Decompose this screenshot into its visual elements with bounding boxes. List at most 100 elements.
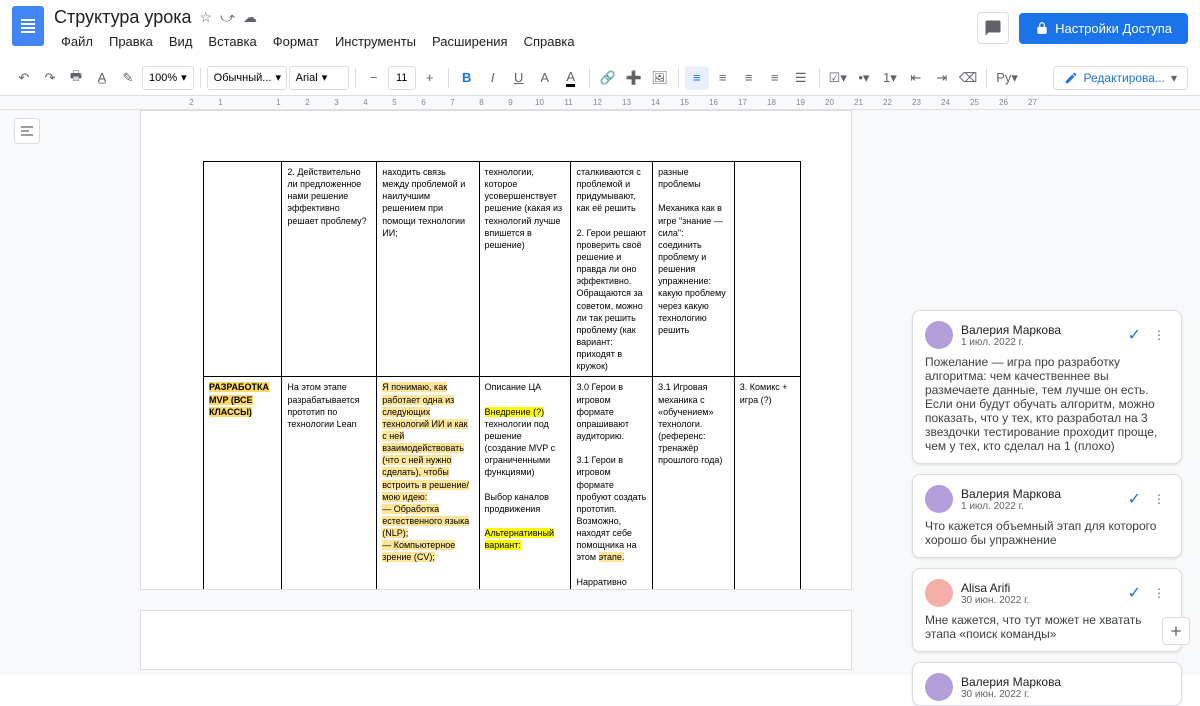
checklist-button[interactable]: ☑▾ — [826, 66, 850, 90]
clear-formatting-button[interactable]: ⌫ — [956, 66, 980, 90]
comment-card[interactable]: Валерия Маркова 1 июл. 2022 г. ✓ ⋮ Пожел… — [912, 310, 1182, 464]
docs-app-icon[interactable] — [12, 6, 44, 46]
table-cell[interactable]: сталкиваются с проблемой и придумывают, … — [571, 162, 653, 377]
paragraph-style-select[interactable]: Обычный...▾ — [207, 66, 287, 90]
text-color-button[interactable]: A — [533, 66, 557, 90]
font-size-decrease[interactable]: − — [362, 66, 386, 90]
plus-icon — [1168, 623, 1184, 639]
table-cell[interactable]: технологии, которое усовершенствует реше… — [479, 162, 571, 377]
align-left-button[interactable]: ≡ — [685, 66, 709, 90]
document-title[interactable]: Структура урока — [54, 7, 192, 28]
avatar — [925, 485, 953, 513]
open-comments-button[interactable] — [977, 12, 1009, 44]
comment-card[interactable]: Валерия Маркова 30 июн. 2022 г. — [912, 662, 1182, 706]
menu-extensions[interactable]: Расширения — [425, 30, 515, 53]
comment-author: Валерия Маркова — [961, 323, 1120, 337]
comment-author: Валерия Маркова — [961, 487, 1120, 501]
comment-text: Что кажется объемный этап для которого х… — [925, 519, 1169, 547]
redo-button[interactable]: ↷ — [38, 66, 62, 90]
menu-format[interactable]: Формат — [266, 30, 326, 53]
comment-date: 30 июн. 2022 г. — [961, 595, 1120, 606]
indent-decrease-button[interactable]: ⇤ — [904, 66, 928, 90]
move-icon[interactable]: ⤻ — [220, 9, 235, 26]
star-icon[interactable]: ☆ — [200, 9, 213, 26]
menu-edit[interactable]: Правка — [102, 30, 160, 53]
highlight-button[interactable]: A — [559, 66, 583, 90]
comment-date: 30 июн. 2022 г. — [961, 689, 1169, 700]
spellcheck-button[interactable]: A̲ — [90, 66, 114, 90]
comment-author: Валерия Маркова — [961, 675, 1169, 689]
input-tools-button[interactable]: Py▾ — [993, 66, 1021, 90]
menu-help[interactable]: Справка — [517, 30, 582, 53]
avatar — [925, 321, 953, 349]
table-cell[interactable]: Я понимаю, как работает одна из следующи… — [377, 377, 479, 590]
resolve-button[interactable]: ✓ — [1128, 325, 1141, 345]
outline-icon — [19, 123, 35, 139]
comment-more-icon[interactable]: ⋮ — [1149, 492, 1169, 506]
share-label: Настройки Доступа — [1055, 21, 1172, 36]
resolve-button[interactable]: ✓ — [1128, 583, 1141, 603]
comment-card[interactable]: Alisa Arifi 30 июн. 2022 г. ✓ ⋮ Мне каже… — [912, 568, 1182, 652]
align-right-button[interactable]: ≡ — [737, 66, 761, 90]
menu-tools[interactable]: Инструменты — [328, 30, 423, 53]
bulleted-list-button[interactable]: •▾ — [852, 66, 876, 90]
comment-text: Мне кажется, что тут может не хватать эт… — [925, 613, 1169, 641]
table-cell[interactable]: находить связь между проблемой и наилучш… — [377, 162, 479, 377]
horizontal-ruler[interactable]: 2112345678910111213141516171819202122232… — [0, 96, 1200, 110]
comments-panel: Валерия Маркова 1 июл. 2022 г. ✓ ⋮ Пожел… — [912, 310, 1182, 706]
comment-date: 1 июл. 2022 г. — [961, 337, 1120, 348]
line-spacing-button[interactable]: ☰ — [789, 66, 813, 90]
document-page[interactable]: 2. Действительно ли предложенное нами ре… — [140, 110, 852, 590]
menu-insert[interactable]: Вставка — [201, 30, 263, 53]
table-row[interactable]: РАЗРАБОТКА MVP (ВСЕ КЛАССЫ) На этом этап… — [204, 377, 801, 590]
indent-increase-button[interactable]: ⇥ — [930, 66, 954, 90]
bold-button[interactable]: B — [455, 66, 479, 90]
comment-date: 1 июл. 2022 г. — [961, 501, 1120, 512]
numbered-list-button[interactable]: 1▾ — [878, 66, 902, 90]
table-cell[interactable]: разные проблемы Механика как в игре "зна… — [653, 162, 735, 377]
lock-icon — [1035, 21, 1049, 35]
font-select[interactable]: Arial▾ — [289, 66, 349, 90]
insert-comment-button[interactable]: ➕ — [622, 66, 646, 90]
menu-bar: Файл Правка Вид Вставка Формат Инструмен… — [54, 30, 977, 53]
pencil-icon — [1064, 71, 1078, 85]
comment-author: Alisa Arifi — [961, 581, 1120, 595]
menu-file[interactable]: Файл — [54, 30, 100, 53]
comment-more-icon[interactable]: ⋮ — [1149, 328, 1169, 342]
zoom-select[interactable]: 100%▾ — [142, 66, 194, 90]
add-comment-fab[interactable] — [1162, 617, 1190, 645]
table-cell[interactable]: 3.0 Герои в игровом формате опрашивают а… — [571, 377, 653, 590]
table-cell[interactable]: На этом этапе разрабатывается прототип п… — [282, 377, 377, 590]
resolve-button[interactable]: ✓ — [1128, 489, 1141, 509]
table-cell[interactable]: 3.1 Игровая механика с «обучением» техно… — [653, 377, 735, 590]
underline-button[interactable]: U — [507, 66, 531, 90]
share-button[interactable]: Настройки Доступа — [1019, 13, 1188, 44]
toolbar: ↶ ↷ 🖶 A̲ ✎ 100%▾ Обычный...▾ Arial▾ − 11… — [0, 60, 1200, 96]
table-row[interactable]: 2. Действительно ли предложенное нами ре… — [204, 162, 801, 377]
paint-format-button[interactable]: ✎ — [116, 66, 140, 90]
editing-mode-select[interactable]: Редактирова...▾ — [1053, 66, 1188, 90]
avatar — [925, 579, 953, 607]
font-size-input[interactable]: 11 — [388, 66, 416, 90]
table-cell[interactable]: 3. Комикс + игра (?) — [734, 377, 800, 590]
table-cell[interactable]: РАЗРАБОТКА MVP (ВСЕ КЛАССЫ) — [204, 377, 282, 590]
cloud-saved-icon: ☁ — [243, 9, 257, 26]
align-center-button[interactable]: ≡ — [711, 66, 735, 90]
insert-image-button[interactable]: 🖼 — [648, 66, 672, 90]
table-cell[interactable]: Описание ЦА Внедрение (?) технологии под… — [479, 377, 571, 590]
comment-icon — [984, 19, 1002, 37]
content-table[interactable]: 2. Действительно ли предложенное нами ре… — [203, 161, 801, 590]
comment-more-icon[interactable]: ⋮ — [1149, 586, 1169, 600]
menu-view[interactable]: Вид — [162, 30, 200, 53]
align-justify-button[interactable]: ≡ — [763, 66, 787, 90]
italic-button[interactable]: I — [481, 66, 505, 90]
comment-text: Пожелание — игра про разработку алгоритм… — [925, 355, 1169, 453]
undo-button[interactable]: ↶ — [12, 66, 36, 90]
table-cell[interactable]: 2. Действительно ли предложенное нами ре… — [282, 162, 377, 377]
comment-card[interactable]: Валерия Маркова 1 июл. 2022 г. ✓ ⋮ Что к… — [912, 474, 1182, 558]
document-page-next[interactable] — [140, 610, 852, 670]
print-button[interactable]: 🖶 — [64, 66, 88, 90]
insert-link-button[interactable]: 🔗 — [596, 66, 620, 90]
document-outline-button[interactable] — [14, 118, 40, 144]
font-size-increase[interactable]: + — [418, 66, 442, 90]
